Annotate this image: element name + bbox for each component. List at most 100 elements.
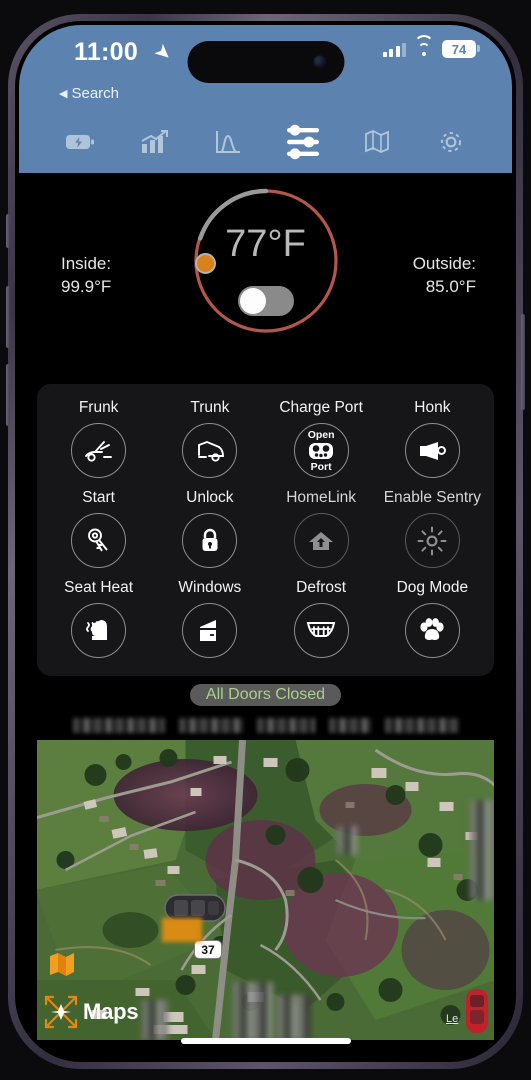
temperature-dial[interactable]: 77°F bbox=[186, 181, 346, 341]
tab-charge[interactable] bbox=[57, 122, 103, 162]
vehicle-controls-panel: Frunk Trunk Charge Port Open Port Honk S… bbox=[37, 384, 494, 676]
tab-controls[interactable] bbox=[280, 122, 326, 162]
control-label: Dog Mode bbox=[396, 579, 469, 596]
lock-icon bbox=[182, 513, 238, 568]
control-label: Start bbox=[82, 489, 115, 506]
charge-port-icon: Open Port bbox=[293, 423, 349, 478]
redacted-info-row bbox=[19, 714, 512, 736]
highway-shield: 37 bbox=[194, 940, 222, 959]
control-homelink[interactable]: HomeLink bbox=[266, 484, 377, 574]
heated-seat-icon bbox=[71, 603, 127, 658]
redacted-block bbox=[142, 1000, 168, 1040]
control-label: Seat Heat bbox=[64, 579, 134, 596]
control-windows[interactable]: Windows bbox=[154, 574, 265, 664]
tab-settings[interactable] bbox=[428, 122, 474, 162]
control-label: Charge Port bbox=[279, 399, 363, 416]
car-keys-icon bbox=[71, 513, 127, 568]
maps-compass-icon bbox=[44, 995, 78, 1029]
control-label: Windows bbox=[178, 579, 242, 596]
wifi-icon bbox=[414, 34, 434, 57]
phone-bezel: 11:00 ➤ 74 ◀ Search Inside: 99.9°F Outsi… bbox=[15, 21, 516, 1062]
toggle-knob bbox=[239, 288, 266, 314]
controls-row: Start Unlock HomeLink Enable Sentry bbox=[43, 484, 488, 574]
cellular-bars-icon bbox=[382, 42, 406, 57]
tab-bar bbox=[19, 117, 512, 173]
silence-switch[interactable] bbox=[6, 214, 10, 248]
power-button[interactable] bbox=[521, 314, 525, 410]
tab-stats[interactable] bbox=[131, 122, 177, 162]
status-bar: 11:00 ➤ 74 ◀ Search bbox=[19, 25, 512, 117]
control-honk[interactable]: Honk bbox=[377, 394, 488, 484]
control-label: Defrost bbox=[296, 579, 347, 596]
controls-row: Seat Heat Windows Defrost Dog Mode bbox=[43, 574, 488, 664]
redacted-block bbox=[72, 717, 165, 733]
chevron-left-icon: ◀ bbox=[59, 88, 68, 100]
door-status-container: All Doors Closed bbox=[19, 684, 512, 706]
climate-section: Inside: 99.9°F Outside: 85.0°F 77°F bbox=[19, 173, 512, 378]
defrost-icon bbox=[293, 603, 349, 658]
red-car-label: Le bbox=[446, 1013, 459, 1025]
control-unlock[interactable]: Unlock bbox=[154, 484, 265, 574]
red-car-icon[interactable]: Le bbox=[446, 987, 492, 1040]
status-bar-time: 11:00 bbox=[74, 38, 139, 66]
sentry-mode-icon bbox=[404, 513, 460, 568]
apple-maps-logo-icon bbox=[47, 951, 77, 982]
maps-attribution[interactable]: Maps bbox=[41, 992, 139, 1032]
charge-port-inner-bottom: Port bbox=[310, 461, 332, 473]
redacted-block bbox=[328, 717, 371, 733]
control-label: Frunk bbox=[78, 399, 119, 416]
status-bar-indicators: 74 bbox=[382, 34, 480, 58]
control-frunk[interactable]: Frunk bbox=[43, 394, 154, 484]
status-badge: All Doors Closed bbox=[189, 684, 342, 706]
climate-power-toggle[interactable] bbox=[237, 286, 294, 316]
home-bar[interactable] bbox=[180, 1038, 351, 1044]
redacted-block bbox=[178, 717, 243, 733]
screenshot-root: 11:00 ➤ 74 ◀ Search Inside: 99.9°F Outsi… bbox=[0, 0, 531, 1080]
control-label: HomeLink bbox=[286, 489, 357, 506]
inside-temperature: Inside: 99.9°F bbox=[61, 253, 111, 299]
back-to-search-link[interactable]: ◀ Search bbox=[59, 85, 119, 102]
control-enable-sentry[interactable]: Enable Sentry bbox=[377, 484, 488, 574]
control-dog-mode[interactable]: Dog Mode bbox=[377, 574, 488, 664]
outside-temperature: Outside: 85.0°F bbox=[413, 253, 476, 299]
redacted-block bbox=[256, 717, 315, 733]
control-label: Unlock bbox=[186, 489, 234, 506]
trunk-open-icon bbox=[182, 423, 238, 478]
horn-icon bbox=[404, 423, 460, 478]
back-link-label: Search bbox=[71, 85, 119, 102]
volume-up-button[interactable] bbox=[6, 286, 10, 348]
controls-row: Frunk Trunk Charge Port Open Port Honk bbox=[43, 394, 488, 484]
frunk-open-icon bbox=[71, 423, 127, 478]
maps-attribution-label: Maps bbox=[83, 999, 139, 1024]
front-camera-icon bbox=[313, 55, 326, 69]
control-defrost[interactable]: Defrost bbox=[266, 574, 377, 664]
outside-value: 85.0°F bbox=[425, 276, 476, 296]
app-content: Inside: 99.9°F Outside: 85.0°F 77°F Frun… bbox=[19, 173, 512, 1058]
car-window-icon bbox=[182, 603, 238, 658]
phone-frame: 11:00 ➤ 74 ◀ Search Inside: 99.9°F Outsi… bbox=[6, 14, 525, 1069]
control-seat-heat[interactable]: Seat Heat bbox=[43, 574, 154, 664]
phone-screen: 11:00 ➤ 74 ◀ Search Inside: 99.9°F Outsi… bbox=[19, 25, 512, 1058]
volume-down-button[interactable] bbox=[6, 364, 10, 426]
control-charge-port[interactable]: Charge Port Open Port bbox=[266, 394, 377, 484]
inside-label: Inside: bbox=[61, 254, 112, 273]
tab-graph[interactable] bbox=[205, 122, 251, 162]
charge-port-inner-top: Open bbox=[307, 429, 335, 441]
outside-label: Outside: bbox=[412, 254, 476, 273]
target-temperature: 77°F bbox=[225, 223, 306, 265]
control-trunk[interactable]: Trunk bbox=[154, 394, 265, 484]
control-start[interactable]: Start bbox=[43, 484, 154, 574]
redacted-block bbox=[162, 918, 202, 942]
tab-map[interactable] bbox=[354, 122, 400, 162]
battery-icon: 74 bbox=[442, 40, 480, 58]
redacted-block bbox=[384, 717, 459, 733]
vehicle-location-map[interactable]: 37 Maps Le bbox=[37, 740, 494, 1040]
battery-level-text: 74 bbox=[451, 41, 467, 57]
paw-print-icon bbox=[404, 603, 460, 658]
control-label: Enable Sentry bbox=[383, 489, 482, 506]
control-label: Trunk bbox=[190, 399, 230, 416]
redacted-block bbox=[277, 995, 311, 1040]
redacted-block bbox=[337, 826, 357, 854]
control-label: Honk bbox=[414, 399, 451, 416]
redacted-block bbox=[233, 982, 273, 1040]
